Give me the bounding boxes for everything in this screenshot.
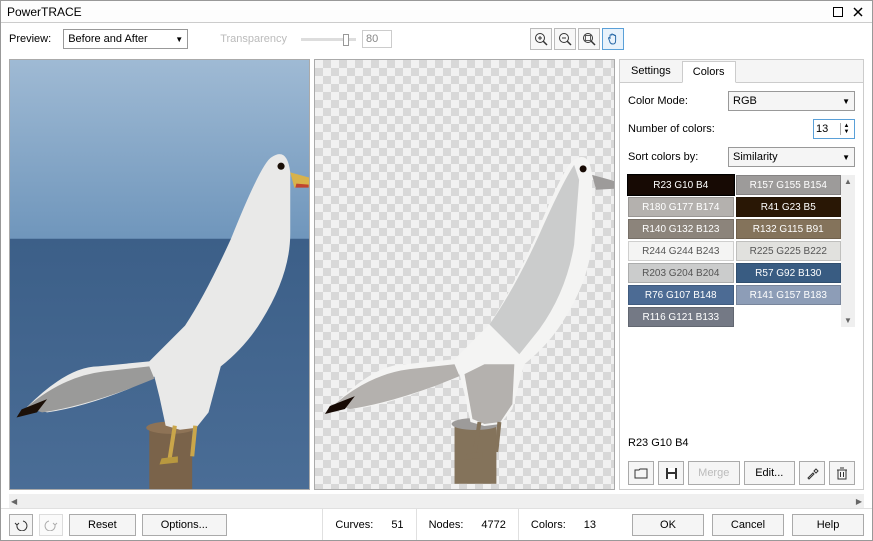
- chevron-down-icon: ▼: [175, 35, 183, 44]
- transparency-label: Transparency: [220, 33, 287, 45]
- help-button[interactable]: Help: [792, 514, 864, 536]
- right-panel: Settings Colors Color Mode: RGB▼ Number …: [619, 59, 864, 490]
- num-colors-label: Number of colors:: [628, 123, 758, 135]
- undo-button[interactable]: [9, 514, 33, 536]
- cancel-button[interactable]: Cancel: [712, 514, 784, 536]
- transparency-slider: 80: [301, 30, 392, 48]
- horizontal-scrollbar[interactable]: ◀▶: [9, 494, 864, 508]
- swatch-scrollbar[interactable]: ▲▼: [841, 175, 855, 327]
- color-swatch[interactable]: R116 G121 B133: [628, 307, 734, 327]
- transparency-value: 80: [362, 30, 392, 48]
- color-swatch[interactable]: R41 G23 B5: [736, 197, 842, 217]
- nodes-label: Nodes:: [429, 519, 464, 531]
- options-button[interactable]: Options...: [142, 514, 227, 536]
- scroll-left-icon[interactable]: ◀: [11, 497, 17, 506]
- color-swatch[interactable]: R244 G244 B243: [628, 241, 734, 261]
- bottom-bar: Reset Options... Curves: 51 Nodes: 4772 Co…: [1, 508, 872, 540]
- merge-button: Merge: [688, 461, 740, 485]
- color-swatch[interactable]: R157 G155 B154: [736, 175, 842, 195]
- tab-settings[interactable]: Settings: [620, 60, 682, 82]
- zoom-fit-button[interactable]: [578, 28, 600, 50]
- tab-bar: Settings Colors: [620, 60, 863, 83]
- colors-panel: Color Mode: RGB▼ Number of colors: ▲▼ So…: [620, 83, 863, 489]
- slider-track: [301, 38, 356, 41]
- colors-value: 13: [584, 519, 596, 531]
- color-mode-label: Color Mode:: [628, 95, 728, 107]
- pan-button[interactable]: [602, 28, 624, 50]
- color-swatch[interactable]: R180 G177 B174: [628, 197, 734, 217]
- color-swatch[interactable]: R140 G132 B123: [628, 219, 734, 239]
- color-swatch[interactable]: R76 G107 B148: [628, 285, 734, 305]
- spin-down-icon[interactable]: ▼: [840, 129, 852, 135]
- delete-color-button[interactable]: [829, 461, 855, 485]
- nodes-value: 4772: [481, 519, 505, 531]
- content-area: Settings Colors Color Mode: RGB▼ Number …: [1, 55, 872, 492]
- color-mode-select[interactable]: RGB▼: [728, 91, 855, 111]
- powertrace-window: PowerTRACE Preview: Before and After ▼ T…: [0, 0, 873, 541]
- redo-button[interactable]: [39, 514, 63, 536]
- maximize-button[interactable]: [830, 5, 846, 19]
- scroll-right-icon[interactable]: ▶: [856, 497, 862, 506]
- sort-colors-label: Sort colors by:: [628, 151, 728, 163]
- color-swatch[interactable]: R141 G157 B183: [736, 285, 842, 305]
- color-swatch[interactable]: R225 G225 B222: [736, 241, 842, 261]
- titlebar: PowerTRACE: [1, 1, 872, 23]
- zoom-in-button[interactable]: [530, 28, 552, 50]
- chevron-down-icon: ▼: [842, 97, 850, 106]
- eyedropper-button[interactable]: [799, 461, 825, 485]
- edit-button[interactable]: Edit...: [744, 461, 796, 485]
- slider-thumb: [343, 34, 349, 46]
- scroll-up-icon[interactable]: ▲: [844, 177, 852, 186]
- num-colors-field[interactable]: [814, 123, 840, 135]
- curves-value: 51: [391, 519, 403, 531]
- window-title: PowerTRACE: [7, 5, 826, 19]
- color-swatch[interactable]: R57 G92 B130: [736, 263, 842, 283]
- color-swatch[interactable]: R203 G204 B204: [628, 263, 734, 283]
- color-swatch[interactable]: R23 G10 B4: [628, 175, 734, 195]
- zoom-buttons: [530, 28, 624, 50]
- num-colors-input[interactable]: ▲▼: [813, 119, 855, 139]
- chevron-down-icon: ▼: [842, 153, 850, 162]
- colors-label: Colors:: [531, 519, 566, 531]
- ok-button[interactable]: OK: [632, 514, 704, 536]
- curves-label: Curves:: [335, 519, 373, 531]
- zoom-out-button[interactable]: [554, 28, 576, 50]
- after-image: [315, 60, 614, 489]
- sort-colors-select[interactable]: Similarity▼: [728, 147, 855, 167]
- selected-color-label: R23 G10 B4: [628, 431, 855, 449]
- preview-panes: [9, 59, 615, 490]
- preview-mode-value: Before and After: [68, 33, 148, 45]
- save-palette-button[interactable]: [658, 461, 684, 485]
- before-image: [10, 60, 309, 489]
- preview-label: Preview:: [9, 33, 51, 45]
- after-pane[interactable]: [314, 59, 615, 490]
- reset-button[interactable]: Reset: [69, 514, 136, 536]
- tab-colors[interactable]: Colors: [682, 61, 736, 83]
- preview-mode-select[interactable]: Before and After ▼: [63, 29, 188, 49]
- before-pane[interactable]: [9, 59, 310, 490]
- scroll-down-icon[interactable]: ▼: [844, 316, 852, 325]
- open-palette-button[interactable]: [628, 461, 654, 485]
- color-swatch[interactable]: R132 G115 B91: [736, 219, 842, 239]
- close-button[interactable]: [850, 5, 866, 19]
- stats-bar: Curves: 51 Nodes: 4772 Colors: 13: [322, 509, 608, 540]
- top-toolbar: Preview: Before and After ▼ Transparency…: [1, 23, 872, 55]
